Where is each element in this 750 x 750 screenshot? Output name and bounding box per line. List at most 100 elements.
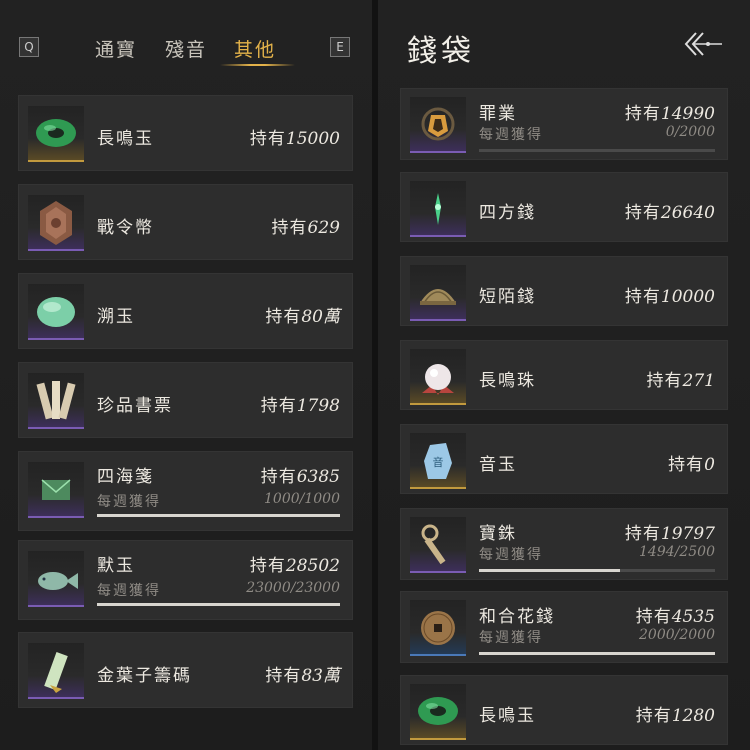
currency-item[interactable]: 金葉子籌碼 持有83萬	[18, 632, 353, 708]
weekly-gain-label: 每週獲得	[97, 494, 161, 510]
item-quantity: 持有26640	[625, 198, 715, 223]
weekly-gain-label: 每週獲得	[479, 127, 543, 143]
hold-value: 26640	[660, 203, 715, 223]
hold-value: 80萬	[301, 307, 340, 327]
letter-paper-icon	[41, 479, 71, 500]
hold-value: 629	[307, 218, 340, 238]
item-quantity: 持有629	[272, 213, 340, 238]
tab-canyin[interactable]: 殘音	[165, 35, 207, 62]
weekly-progress-fill	[97, 603, 340, 606]
back-arrow-icon[interactable]	[682, 30, 724, 62]
weekly-progress-bar	[479, 652, 715, 655]
currency-item[interactable]: 長鳴玉 持有15000	[18, 95, 353, 171]
item-icon-frame	[28, 106, 84, 162]
hold-value: 0	[704, 455, 715, 475]
weekly-progress-bar	[97, 514, 340, 517]
weekly-gain-label: 每週獲得	[479, 547, 543, 563]
sound-jade-icon: 音	[424, 443, 452, 479]
currency-item[interactable]: 長鳴玉 持有1280	[400, 675, 728, 745]
hold-label: 持有	[271, 218, 308, 238]
item-quantity: 持有15000	[250, 124, 340, 149]
item-icon-frame	[28, 551, 84, 607]
hold-value: 6385	[296, 467, 340, 487]
currency-item[interactable]: 寶銖 持有19797 每週獲得 1494/2500	[400, 508, 728, 580]
hold-value: 19797	[660, 524, 715, 544]
weekly-gain-value: 0/2000	[665, 124, 715, 140]
item-icon-frame	[28, 195, 84, 251]
item-icon-frame	[410, 97, 466, 153]
jade-ring-icon	[418, 697, 458, 725]
hold-label: 持有	[260, 396, 297, 416]
jade-ring-icon	[36, 119, 76, 147]
hold-label: 持有	[668, 455, 705, 475]
item-name: 長鳴珠	[479, 371, 536, 391]
hold-value: 83萬	[301, 666, 340, 686]
pearl-icon	[422, 364, 454, 395]
item-name: 短陌錢	[479, 287, 536, 307]
hold-label: 持有	[265, 307, 302, 327]
sin-badge-icon	[421, 107, 455, 141]
key-coin-icon	[421, 524, 446, 565]
book-tickets-icon	[36, 381, 76, 420]
hold-value: 1798	[296, 396, 340, 416]
item-name: 寶銖	[479, 524, 517, 544]
item-name: 罪業	[479, 104, 517, 124]
hold-label: 持有	[635, 706, 672, 726]
weekly-gain-value: 2000/2000	[639, 627, 715, 643]
weekly-gain-value: 1494/2500	[639, 544, 715, 560]
currency-item[interactable]: 四海箋 持有6385 每週獲得 1000/1000	[18, 451, 353, 531]
item-name: 戰令幣	[97, 218, 154, 238]
item-icon-frame	[28, 462, 84, 518]
item-quantity: 持有0	[668, 450, 715, 475]
prev-tab-key-hint[interactable]: Q	[19, 37, 39, 57]
currency-item[interactable]: 四方錢 持有26640	[400, 172, 728, 242]
item-name: 默玉	[97, 556, 135, 576]
tab-tongbao[interactable]: 通寶	[95, 35, 137, 62]
flower-coin-icon	[421, 611, 455, 645]
item-name: 音玉	[479, 455, 517, 475]
item-quantity: 持有271	[647, 366, 715, 391]
item-name: 長鳴玉	[97, 129, 154, 149]
weekly-progress-bar	[97, 603, 340, 606]
hold-label: 持有	[624, 203, 661, 223]
currency-item[interactable]: 珍品書票 持有1798	[18, 362, 353, 438]
item-quantity: 持有6385	[261, 462, 340, 487]
currency-item[interactable]: 長鳴珠 持有271	[400, 340, 728, 410]
currency-item[interactable]: 罪業 持有14990 每週獲得 0/2000	[400, 88, 728, 160]
item-quantity: 持有4535	[636, 602, 715, 627]
weekly-gain-label: 每週獲得	[479, 630, 543, 646]
hold-label: 持有	[265, 666, 302, 686]
currency-item[interactable]: 溯玉 持有80萬	[18, 273, 353, 349]
item-quantity: 持有1280	[636, 701, 715, 726]
currency-item[interactable]: 音 音玉 持有0	[400, 424, 728, 494]
item-icon-frame	[28, 284, 84, 340]
hold-value: 15000	[285, 129, 340, 149]
item-quantity: 持有83萬	[265, 661, 340, 686]
hold-value: 1280	[671, 706, 715, 726]
item-name: 珍品書票	[97, 396, 173, 416]
currency-item[interactable]: 戰令幣 持有629	[18, 184, 353, 260]
category-tab-bar: Q 通寶 殘音 其他 E	[0, 0, 372, 68]
hold-value: 28502	[285, 556, 340, 576]
next-tab-key-hint[interactable]: E	[330, 37, 350, 57]
hold-label: 持有	[646, 371, 683, 391]
jade-fish-icon	[38, 572, 78, 590]
hold-label: 持有	[624, 104, 661, 124]
hold-value: 10000	[660, 287, 715, 307]
item-icon-frame	[410, 517, 466, 573]
tab-other[interactable]: 其他	[234, 35, 276, 62]
bronze-token-icon	[40, 201, 72, 245]
wallet-title: 錢袋	[407, 34, 475, 69]
weekly-progress-fill	[97, 514, 340, 517]
currency-item[interactable]: 和合花錢 持有4535 每週獲得 2000/2000	[400, 591, 728, 663]
currency-list-panel: Q 通寶 殘音 其他 E 長鳴玉 持有15000 戰令幣 持有629 溯玉 持有80萬 珍品…	[0, 0, 372, 750]
hold-value: 14990	[660, 104, 715, 124]
hold-label: 持有	[260, 467, 297, 487]
hold-label: 持有	[624, 287, 661, 307]
coin-stack-icon	[420, 289, 456, 305]
currency-item[interactable]: 默玉 持有28502 每週獲得 23000/23000	[18, 540, 353, 620]
item-icon-frame	[410, 349, 466, 405]
hold-label: 持有	[249, 129, 286, 149]
currency-item[interactable]: 短陌錢 持有10000	[400, 256, 728, 326]
item-name: 和合花錢	[479, 607, 555, 627]
